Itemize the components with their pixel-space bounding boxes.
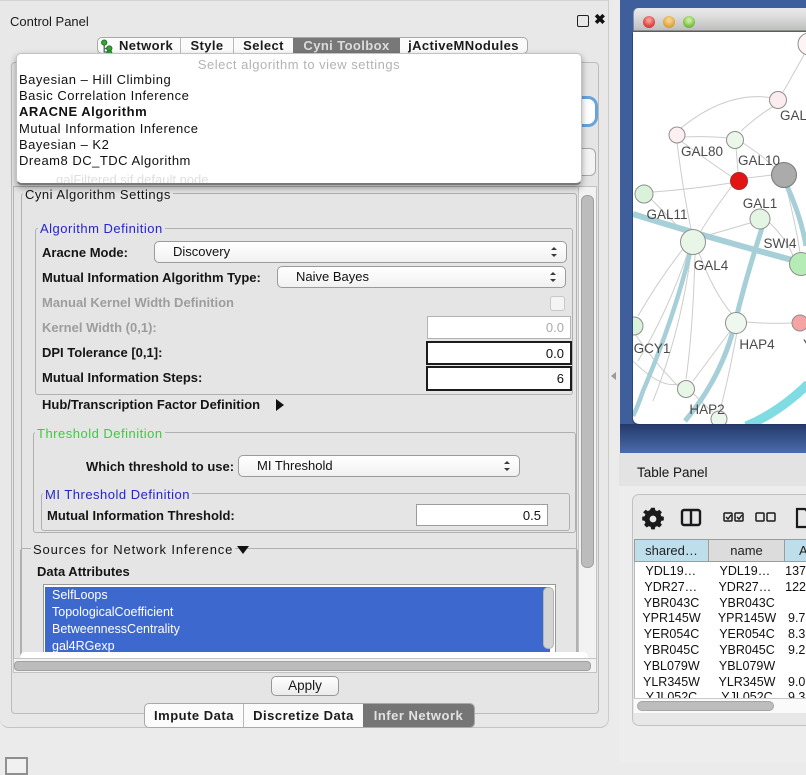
- svg-text:GAL10: GAL10: [738, 153, 780, 168]
- svg-text:GCY1: GCY1: [634, 341, 671, 356]
- svg-text:GAL4: GAL4: [694, 258, 729, 273]
- svg-text:GAL1: GAL1: [743, 196, 778, 211]
- svg-text:GAL11: GAL11: [646, 207, 687, 222]
- svg-text:HAP2: HAP2: [689, 402, 724, 417]
- svg-text:GAL80: GAL80: [681, 144, 723, 159]
- svg-text:GAL7: GAL7: [780, 108, 806, 123]
- svg-text:SWI4: SWI4: [763, 236, 796, 251]
- svg-text:HAP4: HAP4: [739, 337, 775, 352]
